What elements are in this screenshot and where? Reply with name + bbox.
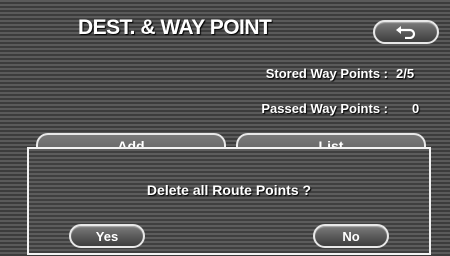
yes-button[interactable]: Yes: [69, 224, 145, 248]
passed-way-points-label: Passed Way Points :: [261, 101, 388, 116]
back-button[interactable]: [373, 20, 439, 44]
dest-way-point-screen: DEST. & WAY POINT Stored Way Points : 2/…: [0, 0, 450, 256]
dialog-message: Delete all Route Points ?: [146, 182, 312, 198]
confirm-dialog: Delete all Route Points ? Yes No: [27, 147, 431, 255]
passed-way-points-value: 0: [412, 101, 420, 116]
page-title: DEST. & WAY POINT: [78, 16, 272, 39]
stored-way-points-value: 2/5: [396, 66, 415, 81]
return-arrow-icon: [395, 25, 417, 39]
no-button[interactable]: No: [313, 224, 389, 248]
stored-way-points-label: Stored Way Points :: [265, 66, 388, 81]
